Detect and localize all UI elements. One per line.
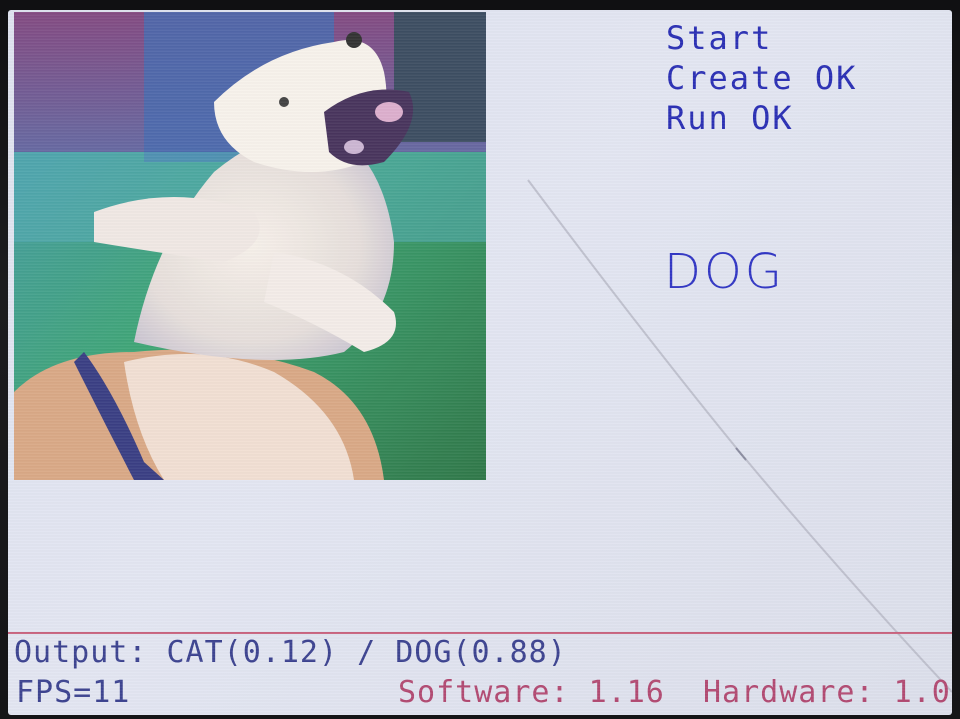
status-create: Create OK [666, 59, 858, 97]
classification-result: DOG [664, 244, 785, 300]
lcd-screen: Start Create OK Run OK DOG Output: CAT(0… [8, 10, 952, 715]
fps-readout: FPS=11 [16, 675, 131, 710]
camera-image-dog [14, 12, 486, 480]
status-start: Start [666, 19, 773, 57]
version-info: Software: 1.16 Hardware: 1.00 [398, 675, 952, 710]
divider-line [8, 632, 952, 634]
output-probabilities: Output: CAT(0.12) / DOG(0.88) [14, 635, 567, 670]
status-run: Run OK [666, 99, 794, 137]
